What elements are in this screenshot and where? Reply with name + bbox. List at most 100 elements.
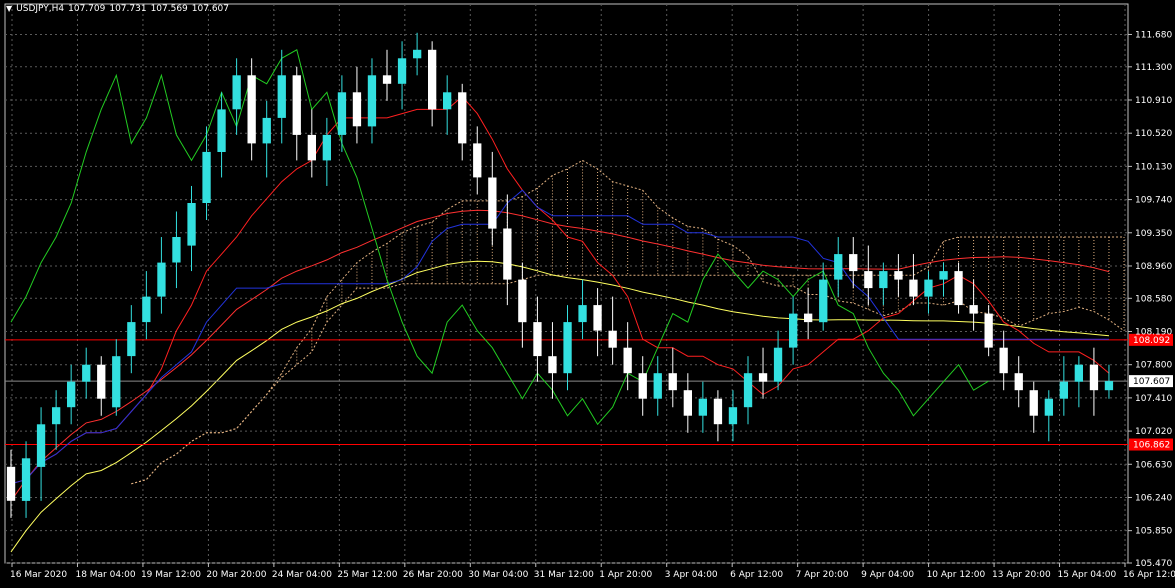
low-value: 107.569 bbox=[150, 4, 188, 14]
price-tick-label: 107.410 bbox=[1135, 394, 1172, 404]
open-value: 107.709 bbox=[68, 4, 106, 14]
candle-body bbox=[969, 305, 978, 314]
current-price-label: 107.607 bbox=[1133, 377, 1170, 387]
candle-body bbox=[217, 109, 226, 152]
candle-body bbox=[1029, 390, 1038, 416]
price-tick-label: 111.680 bbox=[1135, 30, 1172, 40]
candle-body bbox=[608, 330, 617, 348]
candle-body bbox=[488, 177, 497, 229]
candle-body bbox=[909, 279, 918, 297]
candle-body bbox=[277, 75, 286, 118]
price-level-label: 106.862 bbox=[1133, 441, 1170, 451]
candle-body bbox=[894, 271, 903, 280]
horizontal-levels: 108.092106.862 bbox=[5, 333, 1173, 451]
candle-body bbox=[413, 49, 422, 59]
candle-body bbox=[849, 254, 858, 272]
candle-body bbox=[142, 296, 151, 323]
time-tick-label: 26 Mar 20:00 bbox=[403, 570, 463, 580]
candle-body bbox=[67, 381, 76, 408]
candle-body bbox=[939, 271, 948, 280]
candle-body bbox=[1074, 364, 1083, 382]
price-tick-label: 108.190 bbox=[1135, 328, 1172, 338]
candle-body bbox=[819, 279, 828, 323]
price-tick-label: 105.850 bbox=[1135, 527, 1172, 537]
candle-body bbox=[773, 347, 783, 382]
time-tick-label: 3 Apr 04:00 bbox=[665, 570, 718, 580]
time-tick-label: 31 Mar 12:00 bbox=[534, 570, 594, 580]
candle-body bbox=[879, 271, 888, 289]
candle-body bbox=[578, 305, 587, 323]
symbol-label: USDJPY,H4 bbox=[16, 4, 65, 14]
candle-body bbox=[382, 75, 392, 84]
candle-body bbox=[202, 151, 211, 203]
candle-body bbox=[1059, 381, 1068, 399]
candle-body bbox=[292, 75, 301, 135]
candle-body bbox=[473, 143, 482, 178]
candle-body bbox=[397, 58, 407, 84]
price-tick-label: 107.020 bbox=[1135, 427, 1172, 437]
price-tick-label: 110.520 bbox=[1135, 129, 1172, 139]
time-tick-label: 15 Apr 04:00 bbox=[1058, 570, 1117, 580]
candle-body bbox=[322, 134, 331, 161]
candle-body bbox=[924, 279, 933, 297]
price-tick-label: 106.630 bbox=[1135, 460, 1172, 470]
candle-body bbox=[82, 364, 91, 382]
chart-title[interactable]: ▼ USDJPY,H4 107.709 107.731 107.569 107.607 bbox=[6, 4, 233, 14]
time-tick-label: 9 Apr 04:00 bbox=[861, 570, 914, 580]
candle-body bbox=[1044, 398, 1053, 416]
candle-body bbox=[789, 313, 798, 348]
price-tick-label: 106.240 bbox=[1135, 493, 1172, 503]
time-tick-label: 25 Mar 12:00 bbox=[337, 570, 397, 580]
candle-body bbox=[6, 466, 16, 501]
time-axis: 16 Mar 2020 18 Mar 04:00 19 Mar 12:00 20 Ma… bbox=[10, 563, 1175, 580]
candle-body bbox=[758, 373, 768, 382]
candles bbox=[6, 32, 1114, 518]
candle-body bbox=[668, 373, 677, 391]
candle-body bbox=[157, 262, 166, 297]
candle-body bbox=[52, 407, 61, 425]
candle-body bbox=[247, 75, 256, 144]
candle-body bbox=[548, 356, 557, 374]
candle-body bbox=[1089, 364, 1099, 391]
time-tick-label: 30 Mar 04:00 bbox=[468, 570, 528, 580]
price-tick-label: 109.740 bbox=[1135, 196, 1172, 206]
candle-body bbox=[112, 356, 121, 408]
time-tick-label: 1 Apr 20:00 bbox=[599, 570, 652, 580]
candle-body bbox=[698, 398, 707, 416]
time-tick-label: 16 Mar 2020 bbox=[10, 570, 67, 580]
candle-body bbox=[623, 347, 632, 374]
candle-body bbox=[262, 117, 271, 144]
chart-window[interactable]: 108.092 106.862 111.680 111.300 110.910 110.… bbox=[0, 0, 1175, 584]
price-tick-label: 111.300 bbox=[1135, 63, 1172, 73]
candle-body bbox=[563, 322, 572, 374]
candle-body bbox=[428, 49, 437, 110]
candle-body bbox=[864, 271, 873, 289]
high-value: 107.731 bbox=[109, 4, 147, 14]
candle-body bbox=[683, 390, 692, 416]
collapse-arrow-icon[interactable]: ▼ bbox=[6, 4, 12, 13]
candle-body bbox=[36, 424, 46, 467]
time-tick-label: 19 Mar 12:00 bbox=[141, 570, 201, 580]
price-axis: 111.680 111.300 110.910 110.520 110.130 109.7… bbox=[1128, 30, 1173, 569]
time-tick-label: 18 Mar 04:00 bbox=[75, 570, 135, 580]
chikou-line bbox=[10, 49, 989, 426]
price-tick-label: 110.910 bbox=[1135, 96, 1172, 106]
price-tick-label: 108.580 bbox=[1135, 294, 1172, 304]
time-tick-label: 10 Apr 12:00 bbox=[927, 570, 986, 580]
price-tick-label: 108.960 bbox=[1135, 262, 1172, 272]
close-value: 107.607 bbox=[191, 4, 229, 14]
time-tick-label: 7 Apr 20:00 bbox=[796, 570, 849, 580]
candle-body bbox=[518, 279, 527, 323]
time-tick-label: 20 Mar 20:00 bbox=[206, 570, 266, 580]
candle-body bbox=[834, 254, 843, 280]
candle-body bbox=[443, 92, 452, 110]
candle-body bbox=[232, 75, 241, 110]
price-tick-label: 110.130 bbox=[1135, 162, 1172, 172]
candle-body bbox=[638, 373, 647, 399]
candle-body bbox=[743, 373, 753, 408]
time-tick-label: 16 Apr 12:00 bbox=[1123, 570, 1175, 580]
candle-body bbox=[307, 134, 316, 161]
price-tick-label: 109.350 bbox=[1135, 229, 1172, 239]
ma-long-yellow bbox=[10, 260, 1110, 553]
price-chart[interactable]: 108.092106.862 111.680 111.300 110.910 110.… bbox=[0, 0, 1175, 584]
